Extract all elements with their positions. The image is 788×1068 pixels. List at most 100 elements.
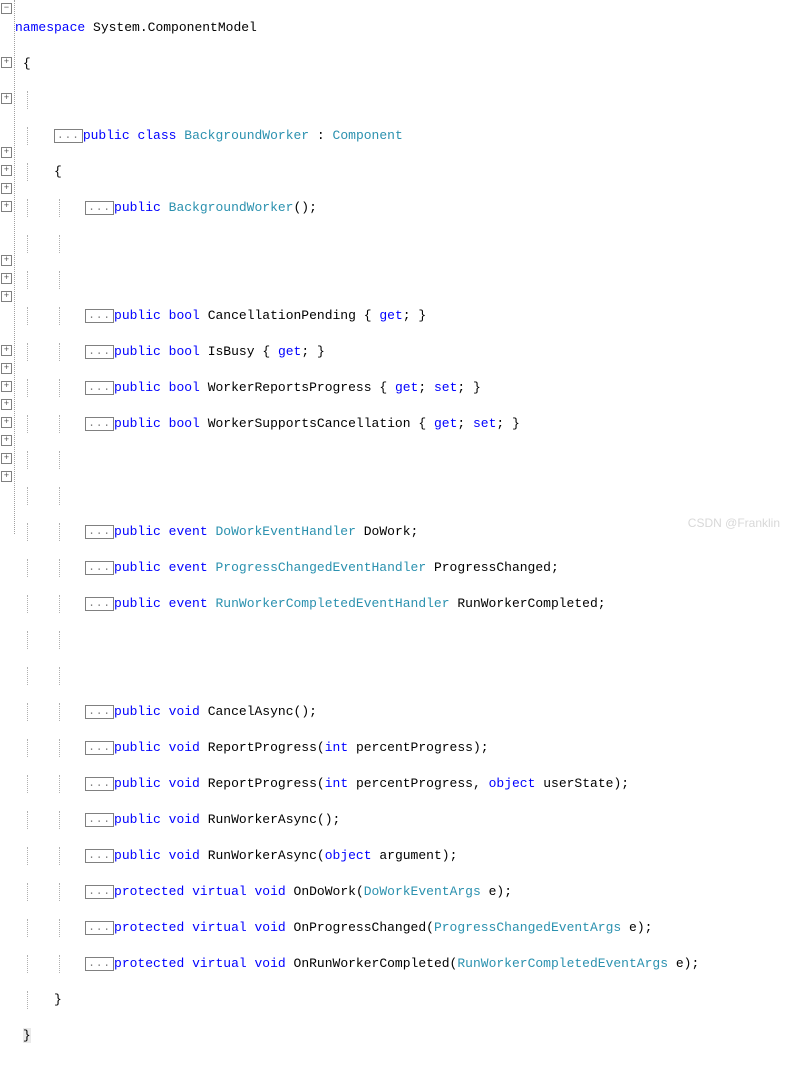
fold-ellipsis-icon[interactable]: ...	[85, 777, 114, 791]
keyword: protected	[114, 956, 184, 971]
param-name: argument	[379, 848, 441, 863]
fold-toggle-icon[interactable]: +	[1, 147, 12, 158]
code-line: ...public event RunWorkerCompletedEventH…	[15, 595, 788, 613]
fold-toggle-icon[interactable]: +	[1, 381, 12, 392]
code-line	[15, 667, 788, 685]
keyword: protected	[114, 884, 184, 899]
keyword: event	[169, 524, 208, 539]
fold-toggle-icon[interactable]: +	[1, 435, 12, 446]
fold-toggle-icon[interactable]: +	[1, 183, 12, 194]
keyword: virtual	[192, 956, 247, 971]
brace: }	[23, 1028, 31, 1043]
fold-ellipsis-icon[interactable]: ...	[85, 957, 114, 971]
code-line: ...public bool IsBusy { get; }	[15, 343, 788, 361]
code-line: ...public class BackgroundWorker : Compo…	[15, 127, 788, 145]
keyword: public	[114, 560, 161, 575]
fold-toggle-icon[interactable]: +	[1, 201, 12, 212]
keyword: bool	[169, 344, 200, 359]
property-name: WorkerSupportsCancellation	[208, 416, 411, 431]
fold-ellipsis-icon[interactable]: ...	[85, 417, 114, 431]
code-line: ...public event DoWorkEventHandler DoWor…	[15, 523, 788, 541]
method-name: OnRunWorkerCompleted	[294, 956, 450, 971]
fold-ellipsis-icon[interactable]: ...	[85, 597, 114, 611]
type-name: DoWorkEventArgs	[364, 884, 481, 899]
code-line: ...public bool WorkerSupportsCancellatio…	[15, 415, 788, 433]
fold-toggle-icon[interactable]: +	[1, 453, 12, 464]
fold-ellipsis-icon[interactable]: ...	[85, 921, 114, 935]
fold-ellipsis-icon[interactable]: ...	[85, 345, 114, 359]
fold-ellipsis-icon[interactable]: ...	[85, 705, 114, 719]
type-name: RunWorkerCompletedEventArgs	[457, 956, 668, 971]
keyword: void	[254, 956, 285, 971]
fold-ellipsis-icon[interactable]: ...	[54, 129, 83, 143]
keyword: void	[169, 848, 200, 863]
fold-ellipsis-icon[interactable]: ...	[85, 309, 114, 323]
code-editor[interactable]: − + + + + + + + + + + + + + + + + + name…	[0, 0, 788, 534]
property-name: IsBusy	[208, 344, 255, 359]
fold-ellipsis-icon[interactable]: ...	[85, 885, 114, 899]
code-line: ...public void CancelAsync();	[15, 703, 788, 721]
code-line: ...protected virtual void OnRunWorkerCom…	[15, 955, 788, 973]
keyword: public	[114, 740, 161, 755]
code-line: }	[15, 1027, 788, 1045]
keyword: public	[114, 812, 161, 827]
keyword: public	[114, 416, 161, 431]
property-name: CancellationPending	[208, 308, 356, 323]
code-line	[15, 631, 788, 649]
code-line: ...public void RunWorkerAsync();	[15, 811, 788, 829]
outline-gutter: − + + + + + + + + + + + + + + + + +	[0, 0, 15, 534]
fold-toggle-icon[interactable]: +	[1, 345, 12, 356]
fold-toggle-icon[interactable]: +	[1, 57, 12, 68]
fold-ellipsis-icon[interactable]: ...	[85, 381, 114, 395]
code-line: }	[15, 991, 788, 1009]
keyword: public	[114, 524, 161, 539]
keyword: bool	[169, 416, 200, 431]
code-line: ...public void RunWorkerAsync(object arg…	[15, 847, 788, 865]
keyword: public	[114, 380, 161, 395]
code-line: namespace System.ComponentModel	[15, 19, 788, 37]
fold-toggle-icon[interactable]: −	[1, 3, 12, 14]
keyword: void	[169, 740, 200, 755]
brace: }	[54, 992, 62, 1007]
param-name: e	[489, 884, 497, 899]
fold-toggle-icon[interactable]: +	[1, 471, 12, 482]
fold-toggle-icon[interactable]: +	[1, 291, 12, 302]
code-line	[15, 271, 788, 289]
keyword: event	[169, 560, 208, 575]
keyword: public	[114, 596, 161, 611]
code-area[interactable]: namespace System.ComponentModel { ...pub…	[15, 0, 788, 534]
keyword: public	[114, 704, 161, 719]
fold-toggle-icon[interactable]: +	[1, 255, 12, 266]
code-line: ...public void ReportProgress(int percen…	[15, 775, 788, 793]
fold-ellipsis-icon[interactable]: ...	[85, 849, 114, 863]
fold-toggle-icon[interactable]: +	[1, 417, 12, 428]
keyword: int	[325, 776, 348, 791]
property-name: WorkerReportsProgress	[208, 380, 372, 395]
keyword: namespace	[15, 20, 85, 35]
fold-toggle-icon[interactable]: +	[1, 399, 12, 410]
fold-toggle-icon[interactable]: +	[1, 363, 12, 374]
fold-ellipsis-icon[interactable]: ...	[85, 741, 114, 755]
method-name: RunWorkerAsync	[208, 812, 317, 827]
fold-ellipsis-icon[interactable]: ...	[85, 561, 114, 575]
method-name: ReportProgress	[208, 776, 317, 791]
keyword: public	[114, 776, 161, 791]
keyword: void	[169, 704, 200, 719]
param-name: e	[676, 956, 684, 971]
fold-ellipsis-icon[interactable]: ...	[85, 525, 114, 539]
fold-toggle-icon[interactable]: +	[1, 93, 12, 104]
keyword: int	[325, 740, 348, 755]
code-line: ...public bool CancellationPending { get…	[15, 307, 788, 325]
type-name: RunWorkerCompletedEventHandler	[215, 596, 449, 611]
method-name: OnProgressChanged	[294, 920, 427, 935]
fold-ellipsis-icon[interactable]: ...	[85, 813, 114, 827]
fold-ellipsis-icon[interactable]: ...	[85, 201, 114, 215]
keyword: public	[83, 128, 130, 143]
event-name: RunWorkerCompleted	[457, 596, 597, 611]
code-line	[15, 91, 788, 109]
keyword: void	[254, 884, 285, 899]
fold-toggle-icon[interactable]: +	[1, 165, 12, 176]
keyword: virtual	[192, 884, 247, 899]
fold-toggle-icon[interactable]: +	[1, 273, 12, 284]
method-name: RunWorkerAsync	[208, 848, 317, 863]
